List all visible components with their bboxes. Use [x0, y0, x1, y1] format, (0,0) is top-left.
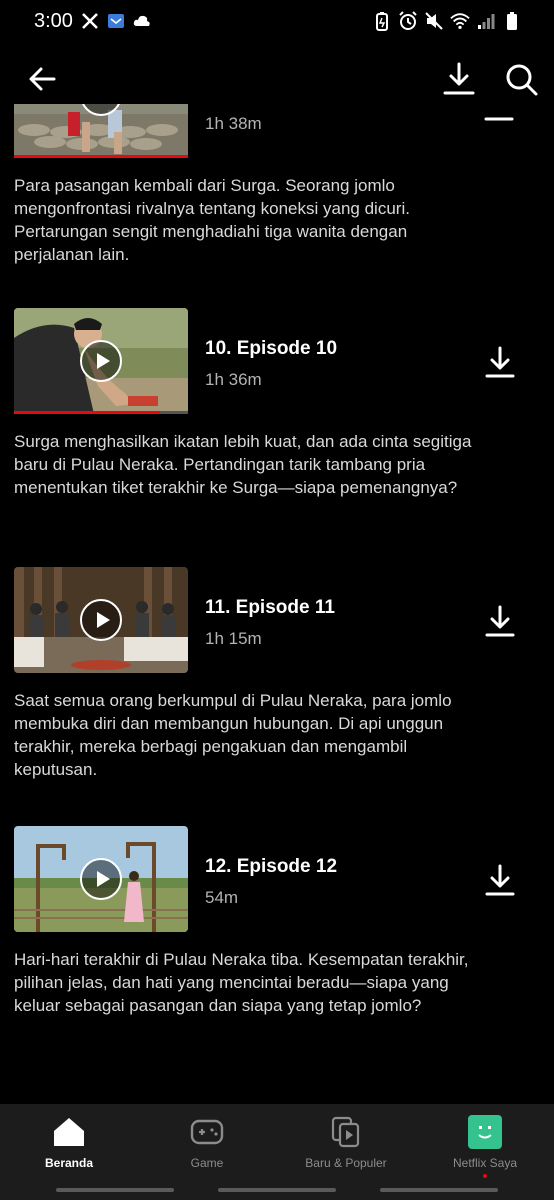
nav-item-game[interactable]: Game [142, 1114, 272, 1184]
progress-bar [14, 155, 188, 158]
episode-duration: 54m [205, 888, 239, 907]
play-button[interactable] [80, 599, 122, 641]
play-button[interactable] [80, 858, 122, 900]
download-icon [485, 864, 515, 896]
episode-download-button[interactable] [482, 344, 518, 380]
wifi-icon [450, 10, 470, 32]
back-button[interactable] [26, 62, 60, 96]
notification-dot [483, 1174, 487, 1178]
play-icon [96, 871, 110, 887]
nav-item-new-popular[interactable]: Baru & Populer [281, 1114, 411, 1184]
episode-description: Para pasangan kembali dari Surga. Seoran… [14, 176, 410, 264]
gesture-bar [56, 1188, 174, 1192]
nav-item-home[interactable]: Beranda [4, 1114, 134, 1184]
gesture-bar [218, 1188, 336, 1192]
gamepad-icon [189, 1114, 225, 1150]
episode-thumbnail[interactable] [14, 826, 188, 932]
episode-description: Surga menghasilkan ikatan lebih kuat, da… [14, 432, 472, 497]
episode-duration: 1h 38m [205, 114, 262, 133]
search-icon [506, 64, 538, 96]
episode-title: 12. Episode 12 [205, 856, 338, 877]
play-icon [96, 612, 110, 628]
download-icon [485, 605, 515, 637]
nav-label: Baru & Populer [305, 1156, 387, 1170]
nav-item-my-netflix[interactable]: Netflix Saya [420, 1114, 550, 1184]
top-bar [0, 52, 554, 104]
download-icon [485, 346, 515, 378]
search-button[interactable] [502, 60, 540, 98]
arrow-left-icon [29, 67, 56, 91]
cloud-icon [132, 10, 152, 32]
episode-download-button[interactable] [482, 862, 518, 898]
episode-download-button[interactable] [482, 603, 518, 639]
episode-description: Saat semua orang berkumpul di Pulau Nera… [14, 691, 452, 779]
episode-title: 10. Episode 10 [205, 338, 338, 359]
new-hot-icon [328, 1114, 364, 1150]
mail-app-icon [106, 10, 126, 32]
download-icon [443, 62, 475, 95]
nav-label: Game [190, 1156, 224, 1170]
avatar [468, 1115, 502, 1149]
gesture-bar [380, 1188, 498, 1192]
episode-duration: 1h 15m [205, 629, 262, 648]
progress-bar [14, 411, 188, 414]
progress-fill [14, 155, 188, 158]
play-button[interactable] [80, 340, 122, 382]
play-icon [96, 353, 110, 369]
header-layer: 3:00 [0, 0, 554, 104]
profile-icon [467, 1114, 503, 1150]
episode-duration: 1h 36m [205, 370, 262, 389]
home-icon [51, 1114, 87, 1150]
alarm-icon [398, 10, 418, 32]
status-time: 3:00 [34, 10, 73, 32]
status-bar: 3:00 [0, 0, 554, 44]
x-logo-icon [80, 10, 100, 32]
bottom-navigation: Beranda Game Baru & Populer Netflix Saya [0, 1104, 554, 1200]
download-button[interactable] [440, 60, 478, 98]
signal-icon [476, 10, 496, 32]
episode-thumbnail[interactable] [14, 308, 188, 414]
nav-label: Netflix Saya [452, 1156, 518, 1170]
battery-icon [502, 10, 522, 32]
mute-icon [424, 10, 444, 32]
progress-fill [14, 411, 161, 414]
episode-description: Hari-hari terakhir di Pulau Neraka tiba.… [14, 950, 469, 1015]
battery-saver-icon [372, 10, 392, 32]
nav-label: Beranda [44, 1156, 94, 1170]
episode-title: 11. Episode 11 [205, 597, 335, 618]
episode-thumbnail[interactable] [14, 567, 188, 673]
